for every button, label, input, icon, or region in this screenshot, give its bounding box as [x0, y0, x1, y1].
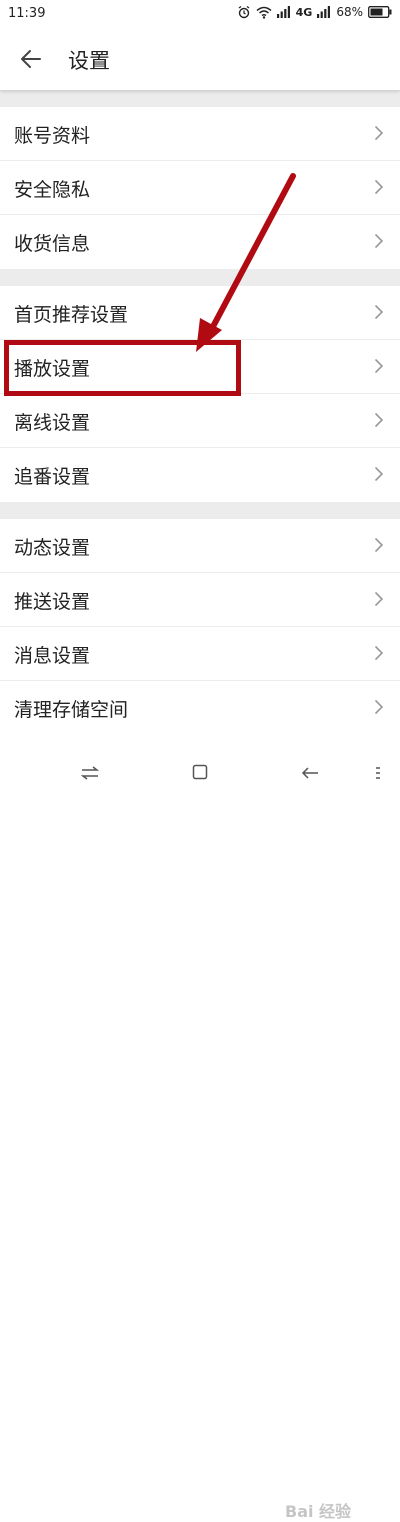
settings-item-follow-series[interactable]: 追番设置	[0, 448, 400, 502]
settings-item-clear-storage[interactable]: 清理存储空间	[0, 681, 400, 735]
menu-button[interactable]	[366, 762, 390, 786]
alarm-icon	[237, 5, 251, 19]
menu-icon	[374, 765, 382, 784]
settings-item-label: 清理存储空间	[14, 699, 129, 721]
swap-button[interactable]	[78, 762, 102, 786]
settings-item-label: 账号资料	[14, 125, 91, 147]
wifi-icon	[256, 6, 272, 19]
chevron-right-icon	[374, 304, 384, 324]
signal-icon	[276, 6, 291, 18]
settings-item-playback[interactable]: 播放设置	[0, 340, 400, 394]
settings-group-account: 账号资料 安全隐私 收货信息	[0, 107, 400, 269]
settings-group-notifications: 动态设置 推送设置 消息设置 清理存储空间	[0, 519, 400, 735]
settings-item-label: 播放设置	[14, 358, 91, 380]
section-gap	[0, 90, 400, 107]
settings-item-messages[interactable]: 消息设置	[0, 627, 400, 681]
chevron-right-icon	[374, 645, 384, 665]
system-nav-bar: Bai 经验	[0, 746, 400, 1521]
settings-item-dynamic[interactable]: 动态设置	[0, 519, 400, 573]
settings-item-home-recommend[interactable]: 首页推荐设置	[0, 286, 400, 340]
back-arrow-icon	[301, 765, 319, 784]
chevron-right-icon	[374, 591, 384, 611]
watermark: Bai 经验	[285, 1502, 352, 1521]
settings-item-push[interactable]: 推送设置	[0, 573, 400, 627]
back-button[interactable]	[14, 44, 48, 78]
status-icons: 4G 68%	[237, 5, 392, 19]
network-type: 4G	[295, 5, 313, 19]
chevron-right-icon	[374, 537, 384, 557]
settings-item-label: 消息设置	[14, 645, 91, 667]
nav-back-button[interactable]	[298, 762, 322, 786]
chevron-right-icon	[374, 466, 384, 486]
battery-icon	[368, 6, 392, 18]
page-title: 设置	[68, 49, 110, 73]
chevron-right-icon	[374, 125, 384, 145]
chevron-right-icon	[374, 233, 384, 253]
settings-item-account-profile[interactable]: 账号资料	[0, 107, 400, 161]
chevron-right-icon	[374, 358, 384, 378]
section-gap	[0, 502, 400, 519]
settings-item-offline[interactable]: 离线设置	[0, 394, 400, 448]
chevron-right-icon	[374, 699, 384, 719]
home-button[interactable]	[188, 762, 212, 786]
app-bar: 设置	[0, 30, 400, 90]
square-icon	[192, 764, 208, 784]
settings-item-security-privacy[interactable]: 安全隐私	[0, 161, 400, 215]
signal-icon-2	[317, 6, 331, 18]
settings-item-shipping-info[interactable]: 收货信息	[0, 215, 400, 269]
settings-item-label: 首页推荐设置	[14, 304, 129, 326]
swap-icon	[80, 765, 100, 784]
settings-item-label: 安全隐私	[14, 179, 91, 201]
settings-item-label: 离线设置	[14, 412, 91, 434]
section-gap	[0, 269, 400, 286]
chevron-right-icon	[374, 412, 384, 432]
settings-group-playback: 首页推荐设置 播放设置 离线设置 追番设置	[0, 286, 400, 502]
settings-item-label: 动态设置	[14, 537, 91, 559]
status-bar: 11:39 4G 68%	[0, 0, 400, 30]
arrow-left-icon	[20, 49, 42, 73]
battery-percent: 68%	[336, 5, 363, 19]
settings-item-label: 追番设置	[14, 466, 91, 488]
status-time: 11:39	[8, 6, 46, 21]
settings-list: 账号资料 安全隐私 收货信息 首页推荐设置 播放设置 离线设置 追番设置 动态设…	[0, 90, 400, 735]
settings-item-label: 推送设置	[14, 591, 91, 613]
settings-item-label: 收货信息	[14, 233, 91, 255]
chevron-right-icon	[374, 179, 384, 199]
